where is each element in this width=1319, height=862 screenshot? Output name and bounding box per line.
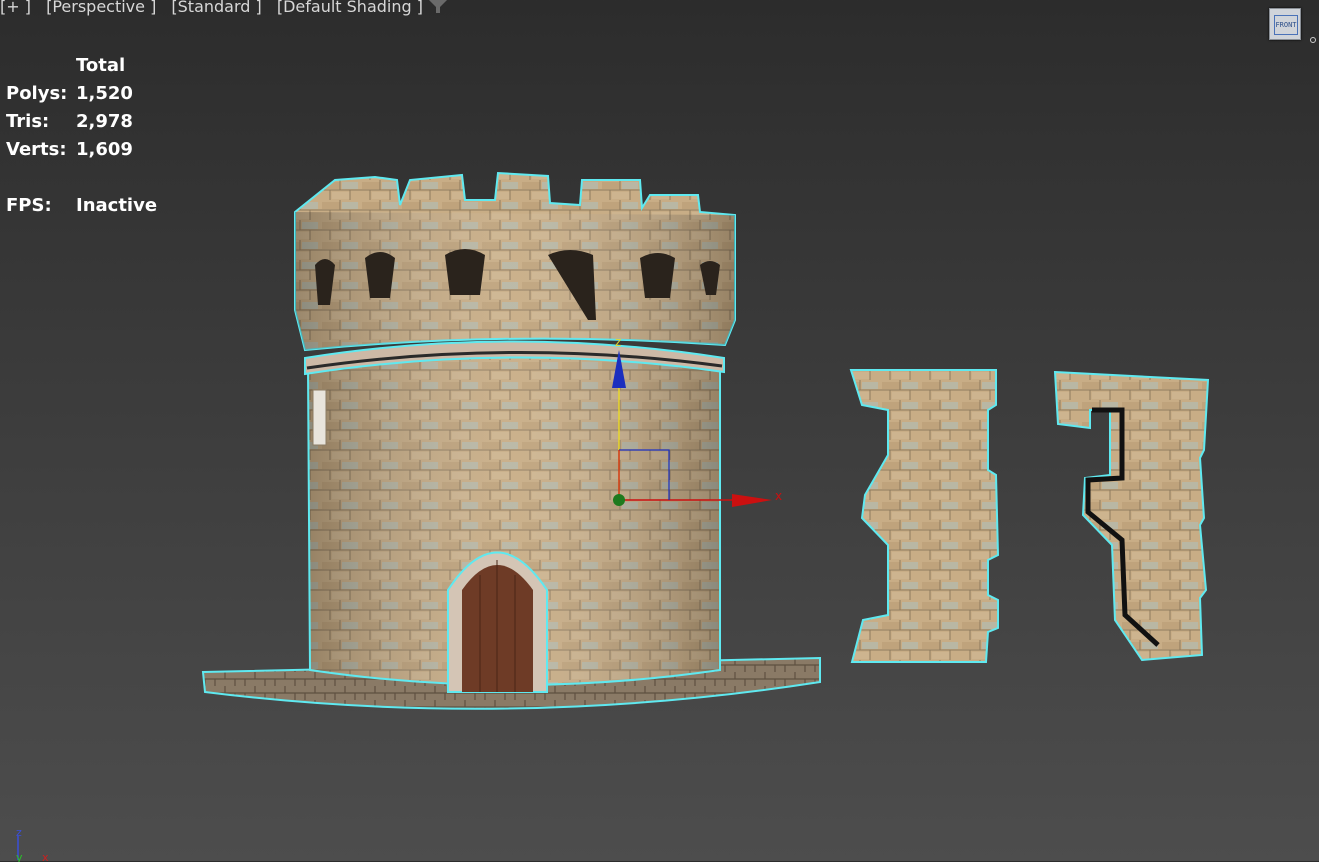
wall-fragment-right[interactable] bbox=[1053, 370, 1210, 662]
gizmo-x-label: x bbox=[775, 489, 782, 503]
tower-battlements[interactable] bbox=[294, 171, 736, 352]
world-axis-tripod: z y x bbox=[16, 826, 49, 862]
scene-canvas[interactable]: z x bbox=[0, 0, 1319, 861]
tower-door[interactable] bbox=[447, 551, 548, 693]
wall-fragment-left[interactable] bbox=[849, 369, 1000, 663]
tripod-x-label: x bbox=[42, 851, 49, 862]
tripod-y-label: y bbox=[16, 851, 23, 862]
gizmo-z-label: z bbox=[615, 335, 621, 349]
tripod-z-label: z bbox=[16, 826, 22, 839]
